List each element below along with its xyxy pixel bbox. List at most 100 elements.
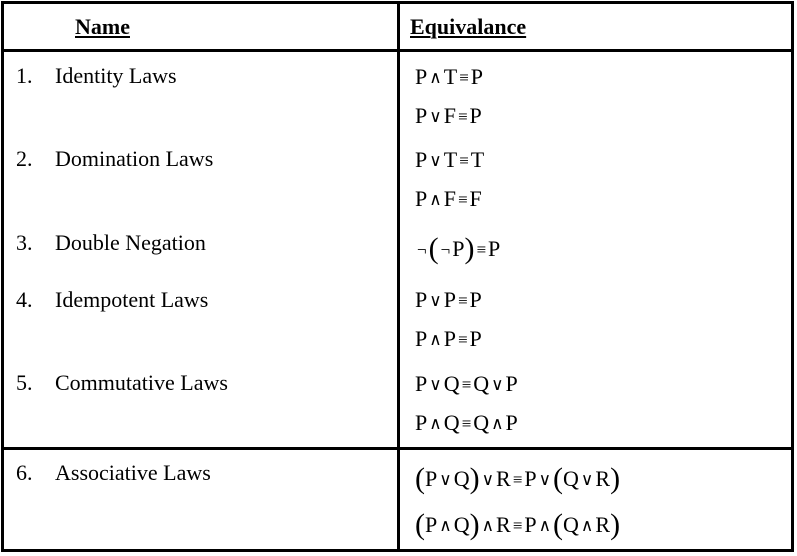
formula-token: P bbox=[415, 371, 428, 396]
formula-token: P bbox=[470, 64, 483, 89]
formula-token: Q bbox=[473, 410, 490, 435]
row-name-associative: 6. Associative Laws bbox=[16, 460, 211, 485]
formula-token: Q bbox=[443, 371, 460, 396]
formula-token: F bbox=[469, 186, 482, 211]
formula-token: ∨ bbox=[538, 470, 552, 489]
formula-identity-1: P ∧T ≡P bbox=[415, 64, 483, 90]
formula-token: ( bbox=[553, 508, 564, 541]
formula-token: ∨ bbox=[429, 107, 442, 126]
formula-token: ≡ bbox=[476, 240, 487, 259]
formula-associative-1: (P ∨Q) ∨R ≡P ∨(Q ∨R) bbox=[415, 460, 621, 495]
formula-token: ≡ bbox=[457, 330, 468, 349]
formula-token: ≡ bbox=[459, 68, 469, 87]
formula-double-negation: ¬(¬P) ≡P bbox=[415, 230, 501, 265]
formula-token: ) bbox=[610, 462, 621, 495]
formula-token: Q bbox=[453, 466, 470, 491]
formula-token: R bbox=[595, 512, 611, 537]
formula-token: T bbox=[470, 147, 485, 172]
formula-token: ∨ bbox=[429, 291, 442, 310]
formula-token: Q bbox=[453, 512, 470, 537]
table-body-section-2: 6. Associative Laws (P ∨Q) ∨R ≡P ∨(Q ∨R) (P ∧Q)… bbox=[4, 450, 791, 549]
formula-domination-1: P ∨T ≡T bbox=[415, 147, 484, 173]
formula-token: T bbox=[443, 64, 458, 89]
formula-token: ∧ bbox=[429, 414, 442, 433]
formula-token: Q bbox=[563, 512, 579, 537]
formula-token: ) bbox=[469, 508, 480, 541]
formula-token: P bbox=[415, 287, 428, 312]
formula-token: ∧ bbox=[481, 516, 495, 535]
formula-token: P bbox=[505, 371, 518, 396]
formula-token: ∧ bbox=[491, 414, 504, 433]
formula-token: ≡ bbox=[457, 107, 468, 126]
formula-token: P bbox=[452, 236, 465, 261]
formula-token: ∨ bbox=[580, 470, 594, 489]
column-divider bbox=[397, 450, 400, 549]
formula-domination-2: P ∧F ≡F bbox=[415, 186, 482, 212]
formula-token: ∧ bbox=[538, 516, 552, 535]
formula-token: P bbox=[425, 512, 438, 537]
formula-token: ) bbox=[610, 508, 621, 541]
formula-token: ≡ bbox=[457, 291, 468, 310]
formula-token: ) bbox=[469, 462, 480, 495]
formula-token: P bbox=[524, 466, 537, 491]
formula-token: ( bbox=[428, 232, 439, 265]
formula-token: ( bbox=[415, 508, 425, 541]
formula-token: ≡ bbox=[459, 151, 469, 170]
row-name-domination: 2. Domination Laws bbox=[16, 146, 214, 171]
formula-idempotent-1: P ∨P ≡P bbox=[415, 287, 482, 313]
formula-token: ∨ bbox=[439, 470, 452, 489]
formula-token: F bbox=[443, 103, 456, 128]
formula-token: ≡ bbox=[461, 414, 472, 433]
formula-token: ≡ bbox=[512, 516, 523, 535]
formula-token: ( bbox=[415, 462, 425, 495]
formula-token: ∧ bbox=[429, 190, 442, 209]
row-name-commutative: 5. Commutative Laws bbox=[16, 370, 228, 395]
formula-token: P bbox=[443, 326, 456, 351]
laws-table: Name Equivalance 1. Identity Laws 2. Domin… bbox=[1, 1, 794, 552]
formula-token: ∨ bbox=[491, 375, 504, 394]
formula-token: P bbox=[415, 186, 428, 211]
formula-token: Q bbox=[443, 410, 460, 435]
formula-idempotent-2: P ∧P ≡P bbox=[415, 326, 482, 352]
row-name-idempotent: 4. Idempotent Laws bbox=[16, 287, 209, 312]
formula-token: Q bbox=[473, 371, 490, 396]
row-name-identity: 1. Identity Laws bbox=[16, 63, 177, 88]
formula-commutative-2: P ∧Q ≡Q ∧P bbox=[415, 410, 518, 436]
formula-token: P bbox=[505, 410, 518, 435]
formula-token: P bbox=[415, 64, 428, 89]
formula-token: ∧ bbox=[429, 330, 442, 349]
column-divider bbox=[397, 52, 400, 447]
equivalence-header: Equivalance bbox=[410, 14, 527, 39]
formula-token: ) bbox=[464, 232, 475, 265]
formula-token: R bbox=[496, 466, 511, 491]
formula-token: Q bbox=[563, 466, 579, 491]
formula-commutative-1: P ∨Q ≡Q ∨P bbox=[415, 371, 518, 397]
formula-token: ∨ bbox=[429, 375, 442, 394]
formula-token: P bbox=[415, 410, 428, 435]
column-divider bbox=[397, 4, 400, 49]
table-body-section-1: 1. Identity Laws 2. Domination Laws 3. Doub… bbox=[4, 52, 791, 450]
formula-token: P bbox=[415, 326, 428, 351]
formula-token: P bbox=[524, 512, 537, 537]
formula-identity-2: P ∨F ≡P bbox=[415, 103, 482, 129]
formula-token: ¬ bbox=[417, 240, 427, 259]
formula-associative-2: (P ∧Q) ∧R ≡P ∧(Q ∧R) bbox=[415, 506, 621, 541]
formula-token: P bbox=[443, 287, 456, 312]
formula-token: ∧ bbox=[429, 68, 442, 87]
formula-token: ∧ bbox=[580, 516, 594, 535]
formula-token: ≡ bbox=[457, 190, 468, 209]
name-header: Name bbox=[75, 14, 130, 39]
formula-token: R bbox=[595, 466, 611, 491]
formula-token: ≡ bbox=[461, 375, 472, 394]
formula-token: ∨ bbox=[429, 151, 442, 170]
formula-token: ( bbox=[553, 462, 564, 495]
formula-token: P bbox=[488, 236, 501, 261]
formula-token: P bbox=[469, 287, 482, 312]
formula-token: P bbox=[469, 326, 482, 351]
formula-token: ∧ bbox=[439, 516, 452, 535]
formula-token: F bbox=[443, 186, 456, 211]
formula-token: ¬ bbox=[440, 240, 451, 259]
header-row: Name Equivalance bbox=[4, 4, 791, 52]
formula-token: T bbox=[443, 147, 458, 172]
formula-token: P bbox=[415, 103, 428, 128]
